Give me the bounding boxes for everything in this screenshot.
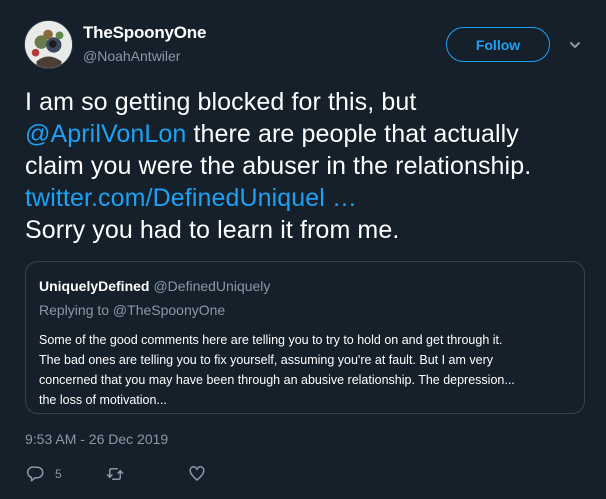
avatar-image [25, 21, 72, 68]
retweet-button[interactable] [106, 464, 124, 484]
like-button[interactable] [188, 464, 206, 484]
quoted-replying-to: Replying to @TheSpoonyOne [39, 302, 226, 318]
tweet-timestamp[interactable]: 9:53 AM - 26 Dec 2019 [25, 431, 168, 447]
quoted-tweet[interactable]: UniquelyDefined @DefinedUniquely Replying… [25, 261, 585, 414]
tweet-url-link[interactable]: twitter.com/DefinedUniquel … [25, 182, 600, 214]
quoted-line: concerned that you may have been through… [39, 373, 515, 387]
tweet-line: I am so getting blocked for this, but [25, 88, 417, 116]
author-display-name[interactable]: TheSpoonyOne [83, 23, 206, 43]
quoted-author: UniquelyDefined @DefinedUniquely [39, 278, 270, 294]
quoted-line: Some of the good comments here are telli… [39, 333, 503, 347]
mention-link[interactable]: @AprilVonLon [25, 120, 186, 148]
follow-button[interactable]: Follow [446, 27, 550, 62]
avatar[interactable] [24, 20, 73, 69]
reply-button[interactable]: 5 [27, 464, 62, 484]
author-handle[interactable]: @NoahAntwiler [83, 48, 180, 64]
tweet-line: @AprilVonLon there are people that actua… [25, 118, 600, 150]
chevron-down-icon[interactable] [568, 38, 582, 52]
retweet-icon [106, 468, 124, 480]
tweet-line: Sorry you had to learn it from me. [25, 216, 400, 244]
quoted-line: the loss of motivation... [39, 393, 167, 407]
tweet-text: I am so getting blocked for this, but @A… [25, 86, 600, 246]
reply-count: 5 [55, 467, 62, 481]
tweet-line-text: there are people that actually [186, 120, 519, 148]
quoted-display-name: UniquelyDefined [39, 278, 150, 294]
quoted-line: The bad ones are telling you to fix your… [39, 353, 494, 367]
quoted-text: Some of the good comments here are telli… [39, 330, 579, 410]
reply-icon [27, 466, 44, 482]
tweet-line: claim you were the abuser in the relatio… [25, 152, 532, 180]
heart-icon [189, 466, 205, 481]
quoted-handle: @DefinedUniquely [153, 278, 271, 294]
